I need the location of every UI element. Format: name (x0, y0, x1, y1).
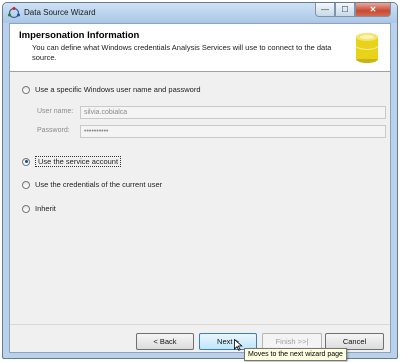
title-bar[interactable]: Data Source Wizard — ☐ ✕ (3, 3, 397, 23)
radio-service-account[interactable] (22, 157, 30, 166)
option-label-service-account: Use the service account (35, 156, 122, 167)
password-label: Password: (37, 127, 70, 134)
option-service-account[interactable]: Use the service account (22, 156, 122, 167)
username-field[interactable]: silvia.cobialca (80, 106, 386, 119)
option-label-current-user: Use the credentials of the current user (35, 180, 163, 189)
password-value: •••••••••• (84, 128, 109, 135)
minimize-button[interactable]: — (315, 3, 335, 17)
close-button[interactable]: ✕ (355, 3, 391, 17)
cancel-button-label: Cancel (342, 337, 367, 346)
wizard-app-icon (8, 7, 20, 19)
password-field[interactable]: •••••••••• (80, 125, 386, 138)
minimize-icon: — (321, 4, 329, 14)
maximize-icon: ☐ (341, 4, 349, 14)
wizard-window: Data Source Wizard — ☐ ✕ Impersonation I… (2, 2, 398, 359)
finish-button-label: Finish >>| (275, 337, 309, 346)
username-label: User name: (37, 108, 74, 115)
database-cylinder-icon (355, 33, 379, 63)
page-title: Impersonation Information (19, 30, 140, 41)
username-value: silvia.cobialca (84, 109, 128, 116)
tooltip-text: Moves to the next wizard page (248, 351, 343, 358)
page-description: You can define what Windows credentials … (32, 43, 332, 62)
button-divider (10, 324, 390, 325)
radio-specific-windows-user[interactable] (22, 85, 30, 94)
maximize-button[interactable]: ☐ (335, 3, 355, 17)
back-button[interactable]: < Back (136, 333, 194, 350)
caption-buttons: — ☐ ✕ (315, 3, 391, 19)
radio-inherit[interactable] (22, 204, 30, 213)
option-label-specific-windows-user: Use a specific Windows user name and pas… (35, 85, 201, 94)
option-label-inherit: Inherit (35, 204, 56, 213)
wizard-page: Impersonation Information You can define… (9, 23, 391, 353)
radio-current-user[interactable] (22, 180, 30, 189)
option-specific-windows-user[interactable]: Use a specific Windows user name and pas… (22, 85, 201, 94)
option-current-user[interactable]: Use the credentials of the current user (22, 180, 162, 189)
back-button-label: < Back (153, 337, 177, 346)
mouse-pointer-icon (234, 339, 243, 351)
next-button-tooltip: Moves to the next wizard page (244, 348, 347, 361)
page-header: Impersonation Information You can define… (10, 24, 390, 72)
close-icon: ✕ (369, 4, 377, 14)
option-inherit[interactable]: Inherit (22, 204, 56, 213)
window-title: Data Source Wizard (24, 8, 96, 17)
